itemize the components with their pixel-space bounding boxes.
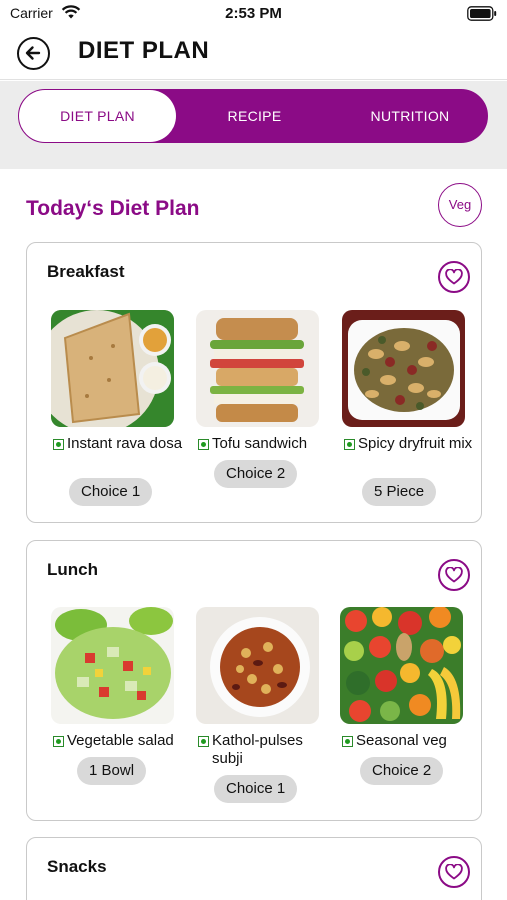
portion-pill[interactable]: Choice 2: [360, 757, 444, 785]
status-bar: Carrier 2:53 PM: [0, 0, 507, 30]
veg-mark-icon: [53, 736, 64, 747]
tab-nutrition[interactable]: NUTRITION: [333, 90, 487, 142]
portion-pill[interactable]: 5 Piece: [362, 478, 437, 506]
favorite-button[interactable]: [438, 261, 470, 293]
arrow-left-icon: [25, 46, 41, 60]
section-title: Today‘s Diet Plan: [26, 197, 200, 220]
food-name: Vegetable salad: [51, 732, 185, 750]
tabs-area: DIET PLAN RECIPE NUTRITION: [0, 81, 507, 169]
meal-title: Lunch: [47, 560, 98, 579]
segmented-tabs: DIET PLAN RECIPE NUTRITION: [18, 89, 488, 143]
portion-pill[interactable]: Choice 1: [69, 478, 153, 506]
heart-icon: [445, 864, 463, 880]
portion-pill[interactable]: Choice 2: [214, 460, 298, 488]
heart-icon: [445, 567, 463, 583]
food-name: Seasonal veg: [340, 732, 474, 750]
meal-title: Breakfast: [47, 262, 125, 281]
veg-mark-icon: [53, 439, 64, 450]
heart-icon: [445, 269, 463, 285]
rava-dosa-photo: [51, 310, 174, 427]
meal-card-snacks: Snacks: [26, 837, 482, 900]
seasonal-veg-photo: [340, 607, 463, 724]
meal-card-lunch: Lunch Vegetable salad 1 Bowl Kathol-puls…: [26, 540, 482, 821]
favorite-button[interactable]: [438, 856, 470, 888]
status-time: 2:53 PM: [225, 5, 282, 22]
tofu-sandwich-photo: [196, 310, 319, 427]
veg-filter-button[interactable]: Veg: [438, 183, 482, 227]
food-name: Spicy dryfruit mix: [342, 435, 476, 453]
portion-pill[interactable]: 1 Bowl: [77, 757, 147, 785]
veg-mark-icon: [342, 736, 353, 747]
kathol-subji-photo: [196, 607, 319, 724]
veg-mark-icon: [198, 736, 209, 747]
portion-pill[interactable]: Choice 1: [214, 775, 298, 803]
tab-diet-plan[interactable]: DIET PLAN: [19, 90, 176, 142]
meal-title: Snacks: [47, 857, 107, 876]
dryfruit-mix-photo: [342, 310, 465, 427]
back-button[interactable]: [17, 37, 50, 70]
food-name: Tofu sandwich: [196, 435, 330, 453]
meal-card-breakfast: Breakfast Instant rava dosa Choice 1 Tof…: [26, 242, 482, 523]
app-header: DIET PLAN: [0, 30, 507, 80]
food-name: Instant rava dosa: [51, 435, 185, 453]
veg-mark-icon: [344, 439, 355, 450]
vegetable-salad-photo: [51, 607, 174, 724]
food-name: Kathol-pulses subji: [196, 732, 330, 768]
tab-recipe[interactable]: RECIPE: [176, 90, 333, 142]
favorite-button[interactable]: [438, 559, 470, 591]
battery-icon: [467, 6, 497, 21]
page-title: DIET PLAN: [78, 37, 210, 64]
veg-mark-icon: [198, 439, 209, 450]
